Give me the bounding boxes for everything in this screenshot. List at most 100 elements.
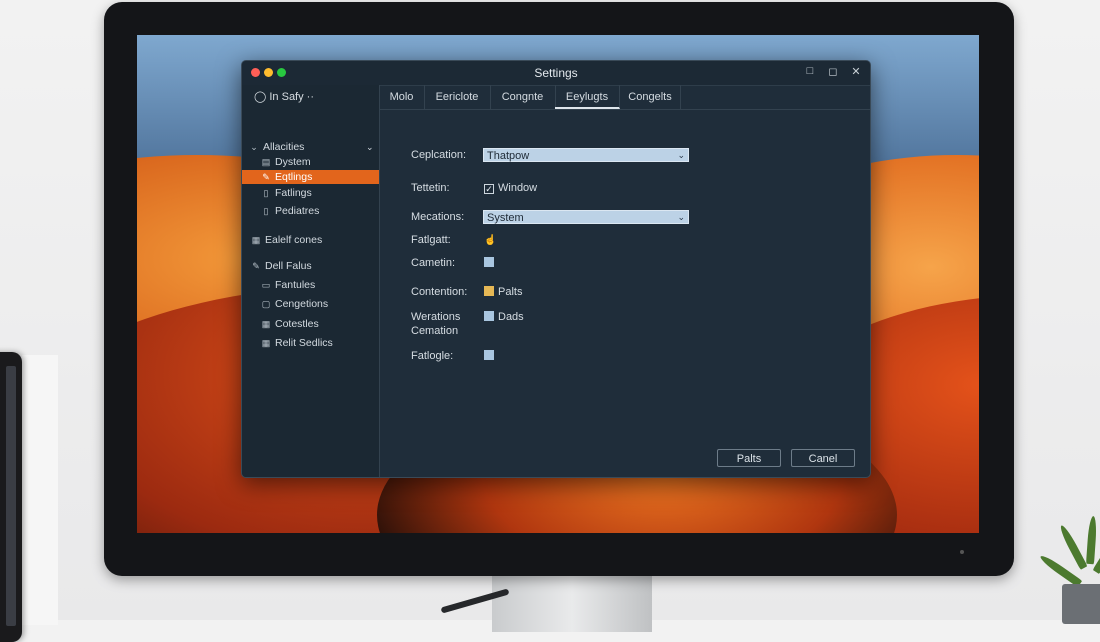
plant-pot (1062, 584, 1100, 624)
pencil-icon: ✎ (252, 261, 260, 271)
dropdown-value: System (487, 212, 524, 224)
tab-eericlote[interactable]: Eericlote (424, 85, 491, 109)
file-icon: ▯ (263, 188, 269, 198)
color-swatch[interactable] (484, 286, 494, 296)
search-icon: ◯ (254, 91, 267, 103)
sidebar-item-label: Fantules (275, 279, 316, 291)
field-label: Cametin: (411, 256, 455, 270)
dropdown-select[interactable]: Thatpow ⌄ (483, 148, 689, 162)
sidebar-search[interactable]: ◯ In Safy ·· (254, 90, 314, 103)
cancel-button[interactable]: Canel (791, 449, 855, 467)
field-label-text: Contention: (411, 286, 468, 298)
sidebar: ◯ In Safy ·· ⌄ Allacities ⌄ ▤ Dystem ✎ Eqtling… (242, 85, 380, 477)
grid-icon: ▦ (261, 319, 271, 329)
wall-edge (22, 355, 58, 625)
field-value: Dads (498, 311, 524, 323)
sidebar-item-relit-sedlics[interactable]: ▦ Relit Sedlics (242, 336, 379, 350)
window-title: Settings (534, 66, 578, 80)
sidebar-item-label: Fatlings (275, 187, 312, 199)
field-control[interactable] (484, 256, 498, 270)
field-label-text: Fatlgatt: (411, 234, 451, 246)
sidebar-item-dell-falus[interactable]: ✎ Dell Falus (242, 259, 379, 273)
folder-icon: ▭ (261, 280, 271, 290)
tab-bar: Molo Eericlote Congnte Eeylugts Congelts (379, 85, 870, 110)
plant-leaf (1057, 523, 1088, 570)
minimize-icon[interactable]: □ (803, 65, 817, 77)
sidebar-item-ealelf-cones[interactable]: ▦ Ealelf cones (242, 233, 379, 247)
field-label-text: Fatlogle: (411, 350, 454, 362)
chevron-down-icon: ⌄ (250, 142, 258, 152)
chevron-down-icon: ⌄ (677, 212, 685, 222)
dropdown-select[interactable]: System ⌄ (483, 210, 689, 224)
file-icon: ▯ (263, 206, 269, 216)
field-control[interactable]: ✓ Window (484, 181, 537, 195)
field-label: Contention: (411, 285, 467, 299)
field-label: Tettetin: (411, 181, 450, 195)
tab-congelts[interactable]: Congelts (620, 85, 681, 109)
title-bar: Settings □ ◻ ✕ (242, 61, 870, 86)
dropdown-value: Thatpow (487, 150, 530, 162)
field-label-text: Cametin: (411, 257, 456, 269)
field-value: Palts (498, 286, 523, 298)
sidebar-item-fatlings[interactable]: ▯ Fatlings (242, 186, 379, 200)
sidebar-item-label: Eqtlings (275, 171, 313, 183)
sidebar-item-label: Ealelf cones (265, 234, 323, 246)
sidebar-item-fantules[interactable]: ▭ Fantules (242, 278, 379, 292)
tab-congnte[interactable]: Congnte (490, 85, 556, 109)
sidebar-item-allacities[interactable]: ⌄ Allacities ⌄ (242, 140, 379, 154)
checkbox-swatch[interactable] (484, 257, 494, 267)
sidebar-item-label: Dell Falus (265, 260, 312, 272)
field-label: Fatlogle: (411, 349, 453, 363)
sidebar-item-cotestles[interactable]: ▦ Cotestles (242, 317, 379, 331)
field-label-text: Tettetin: (411, 182, 450, 194)
plant-leaf (1086, 515, 1098, 565)
field-label-text: Ceplcation: (411, 149, 467, 161)
monitor-stand (492, 572, 652, 632)
expand-chevron-icon[interactable]: ⌄ (366, 140, 374, 154)
field-label-text: Cemation (411, 325, 459, 337)
sidebar-item-cengetions[interactable]: ▢ Cengetions (242, 297, 379, 311)
field-label: Werations Cemation (411, 310, 460, 338)
field-label: Ceplcation: (411, 148, 466, 162)
side-device-screen (6, 366, 16, 626)
side-device (0, 352, 22, 642)
tab-eeylugts[interactable]: Eeylugts (555, 85, 620, 109)
sidebar-item-label: Pediatres (275, 205, 320, 217)
sidebar-search-text: In Safy ·· (269, 91, 314, 103)
field-control[interactable]: Palts (484, 285, 522, 299)
chevron-down-icon: ⌄ (677, 150, 685, 160)
tab-molo[interactable]: Molo (379, 85, 425, 109)
grid-icon: ▦ (261, 338, 271, 348)
settings-content: ⌄ Ceplcation: Thatpow ⌄ Tettetin: ✓ Window Mec… (379, 109, 870, 477)
sidebar-item-dystem[interactable]: ▤ Dystem (242, 155, 379, 169)
sidebar-item-label: Relit Sedlics (275, 337, 333, 349)
checkbox-swatch[interactable] (484, 311, 494, 321)
field-label-text: Werations (411, 311, 461, 323)
settings-window: Settings □ ◻ ✕ ◯ In Safy ·· ⌄ Allacities ⌄… (241, 60, 871, 478)
sidebar-item-pediatres[interactable]: ▯ Pediatres (242, 204, 379, 218)
sidebar-item-label: Allacities (263, 141, 305, 153)
field-label: Fatlgatt: (411, 233, 451, 247)
pencil-icon: ✎ (262, 172, 270, 182)
sidebar-item-label: Cotestles (275, 318, 319, 330)
power-indicator (960, 550, 964, 554)
grid-icon: ▦ (251, 235, 261, 245)
field-label: Mecations: (411, 210, 464, 224)
field-label-text: Mecations: (411, 211, 465, 223)
field-control[interactable]: Dads (484, 310, 524, 324)
palts-button[interactable]: Palts (717, 449, 781, 467)
box-icon: ▢ (261, 299, 271, 309)
sidebar-item-eqtlings[interactable]: ✎ Eqtlings (242, 170, 379, 184)
document-icon: ▤ (261, 157, 271, 167)
field-control[interactable] (484, 349, 498, 363)
sidebar-item-label: Cengetions (275, 298, 329, 310)
potted-plant (1038, 510, 1100, 624)
checkbox-swatch[interactable] (484, 350, 494, 360)
field-value: Window (498, 182, 538, 194)
close-icon[interactable]: ✕ (849, 65, 863, 78)
restore-icon[interactable]: ◻ (826, 65, 840, 78)
checkbox-checked-icon[interactable]: ✓ (484, 184, 494, 194)
hand-pointer-icon: ☝ (484, 235, 497, 246)
field-control[interactable]: ☝ (484, 233, 496, 248)
sidebar-item-label: Dystem (275, 156, 311, 168)
